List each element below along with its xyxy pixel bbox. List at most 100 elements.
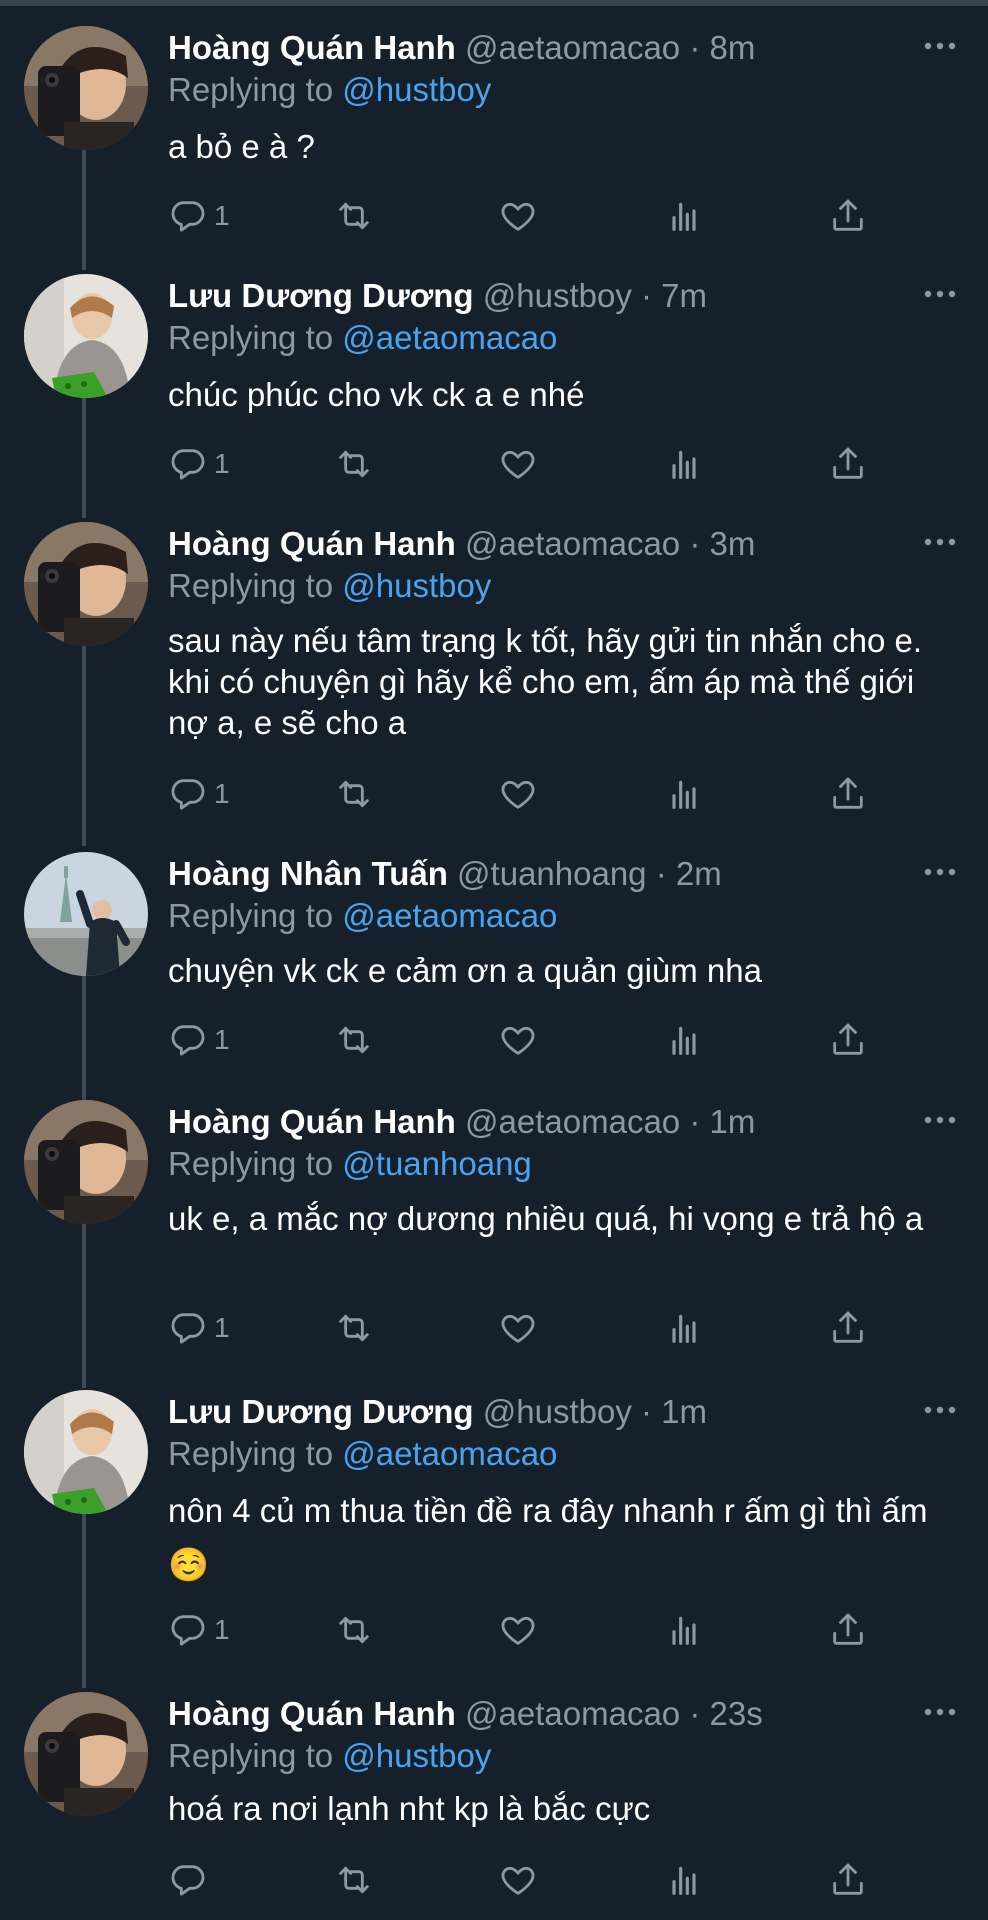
- share-icon: [828, 774, 868, 814]
- avatar[interactable]: [24, 1390, 148, 1514]
- replying-prefix: Replying to: [168, 897, 334, 934]
- share-icon: [828, 1308, 868, 1348]
- tweet-text: uk e, a mắc nợ dương nhiều quá, hi vọng …: [168, 1200, 924, 1237]
- user-handle[interactable]: @hustboy: [483, 277, 632, 314]
- retweet-button[interactable]: [334, 1858, 374, 1902]
- like-button[interactable]: [498, 1306, 538, 1350]
- more-icon[interactable]: [920, 1104, 960, 1136]
- user-handle[interactable]: @aetaomacao: [465, 525, 680, 562]
- more-icon[interactable]: [920, 1394, 960, 1426]
- retweet-icon: [334, 1860, 374, 1900]
- more-icon[interactable]: [920, 30, 960, 62]
- mention-link[interactable]: @hustboy: [342, 71, 491, 108]
- share-button[interactable]: [828, 1018, 868, 1062]
- analytics-button[interactable]: [664, 1018, 704, 1062]
- reply-button[interactable]: 1: [168, 772, 230, 816]
- more-icon[interactable]: [920, 1696, 960, 1728]
- user-handle[interactable]: @aetaomacao: [465, 1103, 680, 1140]
- mention-link[interactable]: @aetaomacao: [342, 897, 557, 934]
- like-button[interactable]: [498, 194, 538, 238]
- tweet-header: Hoàng Nhân Tuấn @tuanhoang · 2m: [168, 854, 722, 894]
- like-button[interactable]: [498, 1018, 538, 1062]
- share-button[interactable]: [828, 1306, 868, 1350]
- timestamp[interactable]: 1m: [661, 1393, 707, 1430]
- avatar[interactable]: [24, 26, 148, 150]
- display-name[interactable]: Hoàng Quán Hanh: [168, 525, 456, 562]
- separator-dot: ·: [641, 1393, 652, 1430]
- avatar[interactable]: [24, 1692, 148, 1816]
- more-icon[interactable]: [920, 278, 960, 310]
- timestamp[interactable]: 23s: [710, 1695, 763, 1732]
- analytics-icon: [664, 196, 704, 236]
- user-handle[interactable]: @tuanhoang: [457, 855, 647, 892]
- analytics-button[interactable]: [664, 772, 704, 816]
- analytics-button[interactable]: [664, 194, 704, 238]
- timestamp[interactable]: 2m: [676, 855, 722, 892]
- like-icon: [498, 1860, 538, 1900]
- like-button[interactable]: [498, 1858, 538, 1902]
- mention-link[interactable]: @aetaomacao: [342, 319, 557, 356]
- tweet-header: Hoàng Quán Hanh @aetaomacao · 8m: [168, 28, 755, 68]
- timestamp[interactable]: 7m: [661, 277, 707, 314]
- reply-button[interactable]: 1: [168, 1306, 230, 1350]
- analytics-button[interactable]: [664, 442, 704, 486]
- mention-link[interactable]: @hustboy: [342, 567, 491, 604]
- share-button[interactable]: [828, 772, 868, 816]
- display-name[interactable]: Hoàng Nhân Tuấn: [168, 855, 448, 892]
- share-button[interactable]: [828, 442, 868, 486]
- thread-line: [82, 1514, 86, 1688]
- display-name[interactable]: Lưu Dương Dương: [168, 277, 474, 314]
- reply-button[interactable]: [168, 1858, 214, 1902]
- reply-button[interactable]: 1: [168, 194, 230, 238]
- timestamp[interactable]: 1m: [710, 1103, 756, 1140]
- reply-count: 1: [214, 1312, 230, 1343]
- action-bar: [168, 1858, 868, 1902]
- retweet-button[interactable]: [334, 1018, 374, 1062]
- display-name[interactable]: Lưu Dương Dương: [168, 1393, 474, 1430]
- mention-link[interactable]: @aetaomacao: [342, 1435, 557, 1472]
- avatar[interactable]: [24, 274, 148, 398]
- tweet-text: hoá ra nơi lạnh nht kp là bắc cực: [168, 1790, 651, 1827]
- more-icon[interactable]: [920, 856, 960, 888]
- retweet-button[interactable]: [334, 772, 374, 816]
- analytics-icon: [664, 1308, 704, 1348]
- avatar[interactable]: [24, 522, 148, 646]
- retweet-button[interactable]: [334, 442, 374, 486]
- user-handle[interactable]: @aetaomacao: [465, 1695, 680, 1732]
- timestamp[interactable]: 8m: [710, 29, 756, 66]
- avatar[interactable]: [24, 852, 148, 976]
- retweet-button[interactable]: [334, 194, 374, 238]
- share-button[interactable]: [828, 1858, 868, 1902]
- like-icon: [498, 196, 538, 236]
- replying-to: Replying to @tuanhoang: [168, 1144, 532, 1184]
- display-name[interactable]: Hoàng Quán Hanh: [168, 29, 456, 66]
- like-icon: [498, 1020, 538, 1060]
- reply-count: 1: [214, 448, 230, 479]
- user-handle[interactable]: @hustboy: [483, 1393, 632, 1430]
- reply-button[interactable]: 1: [168, 442, 230, 486]
- share-icon: [828, 196, 868, 236]
- like-button[interactable]: [498, 1608, 538, 1652]
- analytics-button[interactable]: [664, 1858, 704, 1902]
- more-icon[interactable]: [920, 526, 960, 558]
- user-handle[interactable]: @aetaomacao: [465, 29, 680, 66]
- share-button[interactable]: [828, 194, 868, 238]
- thread-line: [82, 398, 86, 518]
- reply-button[interactable]: 1: [168, 1608, 230, 1652]
- action-bar: 1: [168, 194, 868, 238]
- share-button[interactable]: [828, 1608, 868, 1652]
- analytics-button[interactable]: [664, 1306, 704, 1350]
- like-button[interactable]: [498, 772, 538, 816]
- mention-link[interactable]: @hustboy: [342, 1737, 491, 1774]
- retweet-button[interactable]: [334, 1306, 374, 1350]
- analytics-button[interactable]: [664, 1608, 704, 1652]
- avatar[interactable]: [24, 1100, 148, 1224]
- retweet-button[interactable]: [334, 1608, 374, 1652]
- like-button[interactable]: [498, 442, 538, 486]
- reply-button[interactable]: 1: [168, 1018, 230, 1062]
- mention-link[interactable]: @tuanhoang: [342, 1145, 532, 1182]
- replying-to: Replying to @aetaomacao: [168, 318, 557, 358]
- display-name[interactable]: Hoàng Quán Hanh: [168, 1695, 456, 1732]
- timestamp[interactable]: 3m: [710, 525, 756, 562]
- display-name[interactable]: Hoàng Quán Hanh: [168, 1103, 456, 1140]
